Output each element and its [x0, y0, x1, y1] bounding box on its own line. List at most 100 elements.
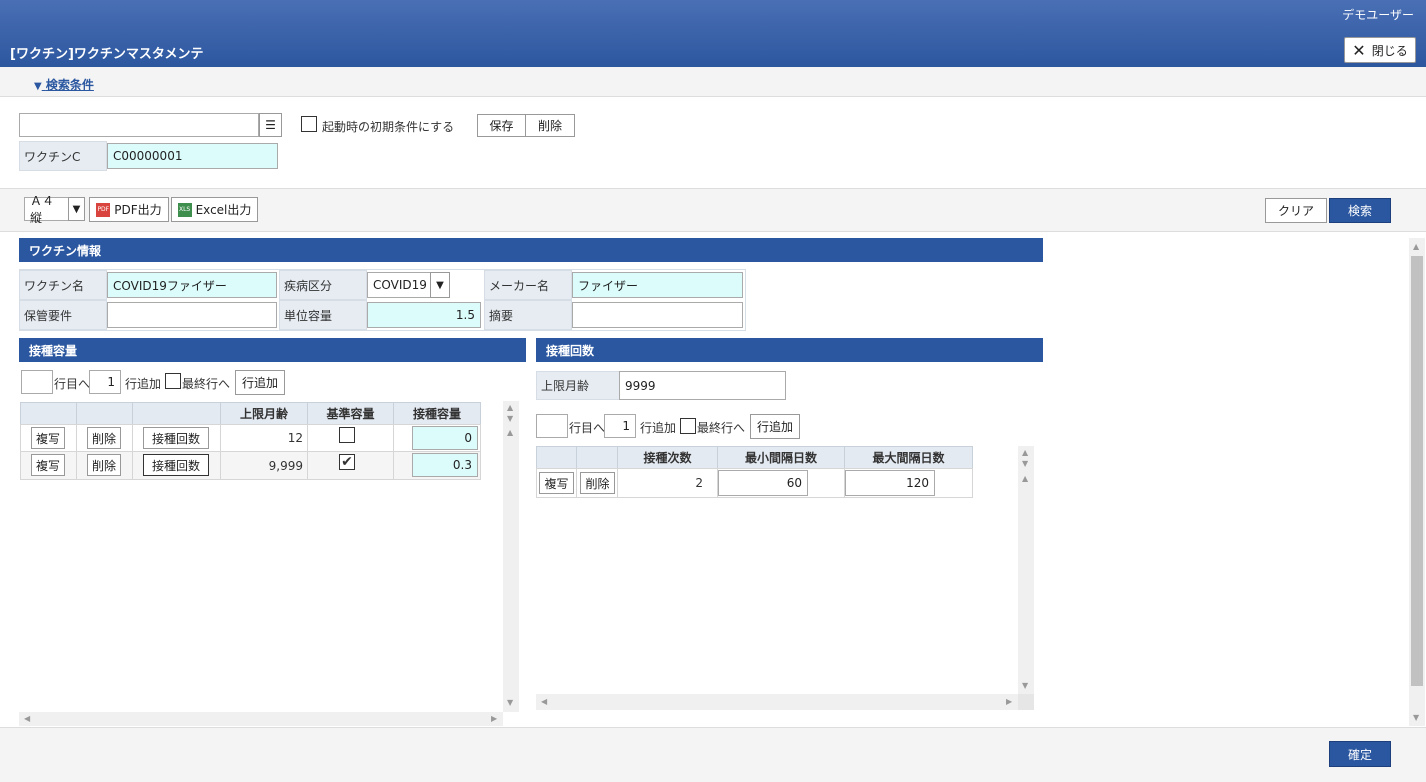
save-button[interactable]: 保存: [477, 114, 526, 137]
dose-amount-input[interactable]: 0: [412, 426, 478, 450]
page-title: [ワクチン]ワクチンマスタメンテ: [10, 47, 204, 62]
times-row-input[interactable]: [536, 414, 568, 438]
scroll-down-icon[interactable]: ▼: [1022, 681, 1028, 690]
pdf-icon: PDF: [96, 202, 111, 217]
delete-row-button[interactable]: 削除: [580, 472, 615, 494]
scroll-right-icon[interactable]: ▶: [1006, 697, 1012, 706]
col-max-interval: 最大間隔日数: [844, 446, 973, 469]
search-toggle[interactable]: ▼ 検索条件: [34, 76, 94, 93]
triangle-down-icon: ▼: [72, 203, 81, 215]
times-add-row-button[interactable]: 行追加: [750, 414, 800, 439]
scroll-down-icon[interactable]: ▼: [507, 698, 513, 707]
close-button[interactable]: ✕ 閉じる: [1344, 37, 1416, 63]
times-last-row-label: 最終行へ: [697, 421, 746, 435]
startup-label: 起動時の初期条件にする: [322, 120, 455, 134]
preset-list-button[interactable]: ☰: [259, 113, 282, 137]
dose-number-cell: 2: [617, 468, 718, 498]
times-row-to-label: 行目へ: [569, 421, 606, 435]
scroll-right-icon[interactable]: ▶: [491, 714, 497, 723]
copy-row-button[interactable]: 複写: [31, 427, 65, 449]
times-vertical-scrollbar[interactable]: [1018, 446, 1034, 694]
scroll-up-icon[interactable]: ▲: [1022, 448, 1028, 457]
standard-checkbox[interactable]: ✔: [339, 454, 355, 470]
search-button[interactable]: 検索: [1329, 198, 1391, 223]
delete-row-button[interactable]: 削除: [87, 454, 121, 476]
delete-button[interactable]: 削除: [525, 114, 575, 137]
times-add-label: 行追加: [640, 421, 677, 435]
max-interval-input[interactable]: 120: [845, 470, 935, 496]
page-scroll-thumb[interactable]: [1411, 256, 1423, 686]
dose-last-row-checkbox[interactable]: [165, 373, 181, 389]
triangle-down-icon: ▼: [436, 279, 444, 291]
age-limit-cell: 12: [220, 424, 308, 452]
times-row-count-input[interactable]: 1: [604, 414, 636, 438]
storage-label: 保管要件: [19, 300, 107, 330]
vaccine-name-input[interactable]: COVID19ファイザー: [107, 272, 277, 298]
paper-size-select[interactable]: Ａ４縦: [24, 194, 69, 225]
col-dose-number: 接種次数: [617, 446, 718, 469]
times-last-row-checkbox[interactable]: [680, 418, 696, 434]
unit-volume-input[interactable]: 1.5: [367, 302, 481, 328]
preset-input[interactable]: [19, 113, 259, 137]
dose-add-label: 行追加: [125, 377, 162, 391]
col-age-limit: 上限月齢: [220, 402, 308, 425]
pdf-export-button[interactable]: PDF PDF出力: [89, 197, 169, 222]
dose-last-row-label: 最終行へ: [182, 377, 231, 391]
excel-icon: XLS: [177, 202, 192, 217]
vaccine-code-input[interactable]: C00000001: [107, 143, 278, 169]
dose-horizontal-scrollbar[interactable]: [19, 712, 503, 726]
dose-vertical-scrollbar[interactable]: [503, 401, 519, 712]
times-horizontal-scrollbar[interactable]: [536, 694, 1018, 710]
scroll-left-icon[interactable]: ◀: [541, 697, 547, 706]
copy-row-button[interactable]: 複写: [31, 454, 65, 476]
dose-row-count-input[interactable]: 1: [89, 370, 121, 394]
disease-label: 疾病区分: [279, 270, 367, 300]
disease-dropdown[interactable]: ▼: [430, 272, 450, 298]
confirm-button[interactable]: 確定: [1329, 741, 1391, 767]
dose-row-to-label: 行目へ: [54, 377, 91, 391]
note-input[interactable]: [572, 302, 743, 328]
check-icon: ✔: [341, 454, 353, 470]
dose-count-button[interactable]: 接種回数: [143, 427, 209, 449]
list-icon: ☰: [265, 118, 276, 132]
age-limit-label: 上限月齢: [536, 371, 620, 400]
storage-input[interactable]: [107, 302, 277, 328]
paper-size-dropdown[interactable]: ▼: [68, 197, 85, 221]
footer-bar: [0, 727, 1426, 782]
scroll-left-icon[interactable]: ◀: [24, 714, 30, 723]
maker-input[interactable]: ファイザー: [572, 272, 743, 298]
col-standard: 基準容量: [307, 402, 394, 425]
dose-count-button[interactable]: 接種回数: [143, 454, 209, 476]
age-limit-input[interactable]: 9999: [619, 371, 786, 400]
scroll-up-icon[interactable]: ▲: [507, 428, 513, 437]
search-toggle-bar: [0, 67, 1426, 97]
delete-row-button[interactable]: 削除: [87, 427, 121, 449]
col-amount: 接種容量: [393, 402, 481, 425]
scroll-up-icon[interactable]: ▲: [507, 403, 513, 412]
maker-label: メーカー名: [484, 270, 572, 300]
user-name: デモユーザー: [1342, 8, 1414, 22]
dose-amount-input[interactable]: 0.3: [412, 453, 478, 477]
scroll-up-icon[interactable]: ▲: [1413, 242, 1419, 251]
close-icon: ✕: [1352, 40, 1366, 60]
times-heading: 接種回数: [536, 338, 1043, 362]
scroll-down-icon[interactable]: ▼: [507, 414, 513, 423]
scroll-up-icon[interactable]: ▲: [1022, 474, 1028, 483]
age-limit-cell: 9,999: [220, 451, 308, 480]
vaccine-name-label: ワクチン名: [19, 270, 107, 300]
scroll-down-icon[interactable]: ▼: [1413, 713, 1419, 722]
min-interval-input[interactable]: 60: [718, 470, 808, 496]
dose-heading: 接種容量: [19, 338, 526, 362]
vaccine-code-label: ワクチンC: [19, 141, 107, 171]
dose-add-row-button[interactable]: 行追加: [235, 370, 285, 395]
dose-row-input[interactable]: [21, 370, 53, 394]
clear-button[interactable]: クリア: [1265, 198, 1327, 223]
standard-checkbox[interactable]: [339, 427, 355, 443]
unit-volume-label: 単位容量: [279, 300, 367, 330]
title-bar: [0, 0, 1426, 67]
copy-row-button[interactable]: 複写: [539, 472, 574, 494]
disease-select[interactable]: COVID19: [367, 272, 431, 298]
scroll-down-icon[interactable]: ▼: [1022, 459, 1028, 468]
startup-checkbox[interactable]: [301, 116, 317, 132]
excel-export-button[interactable]: XLS Excel出力: [171, 197, 258, 222]
